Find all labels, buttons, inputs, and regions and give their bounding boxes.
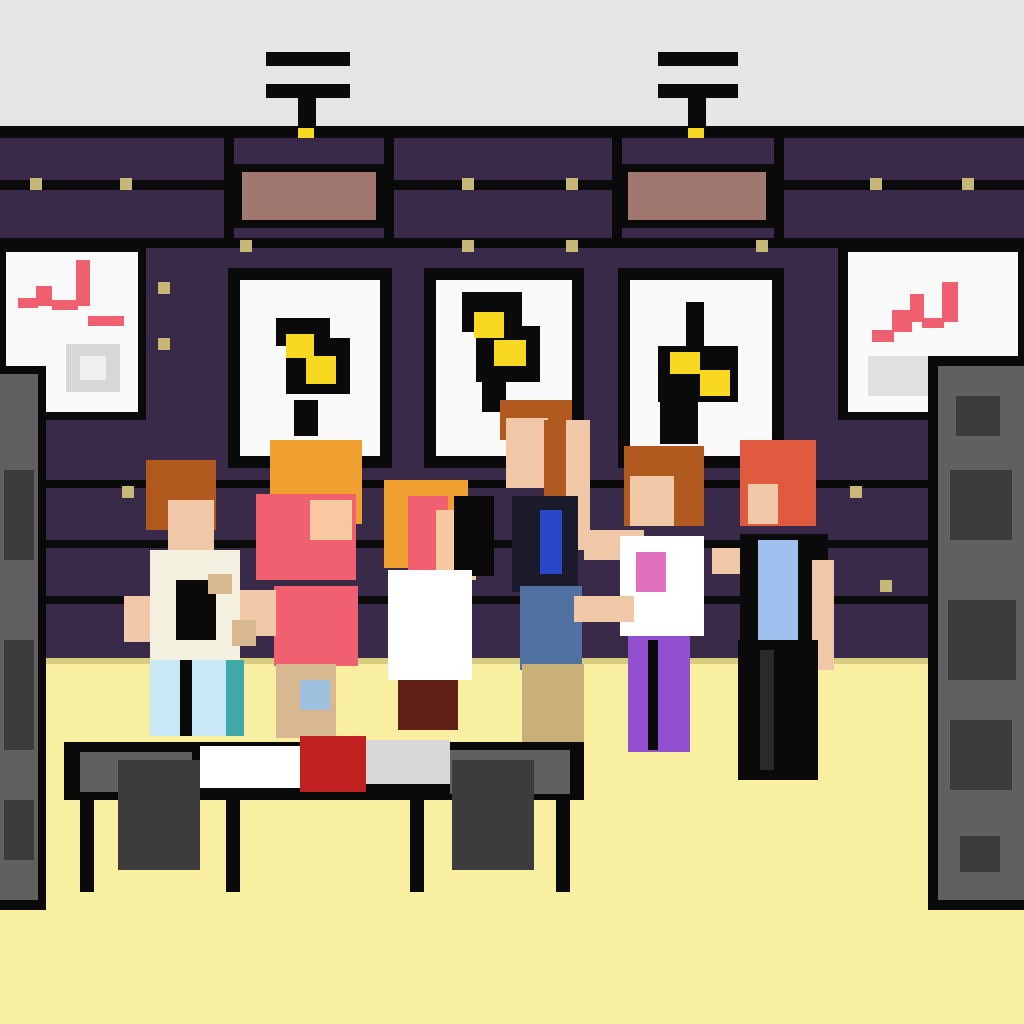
wall-sign xyxy=(620,164,774,228)
bolt-poster-1 xyxy=(228,268,392,468)
speaker-right xyxy=(928,356,1024,910)
ceiling-trim xyxy=(0,126,1024,138)
speaker-left xyxy=(0,366,46,910)
wall-sign xyxy=(234,164,384,228)
ceiling xyxy=(0,0,1024,138)
game-scene xyxy=(0,0,1024,1024)
bolt-poster-3 xyxy=(618,268,784,468)
ceiling-panel xyxy=(0,0,1024,132)
